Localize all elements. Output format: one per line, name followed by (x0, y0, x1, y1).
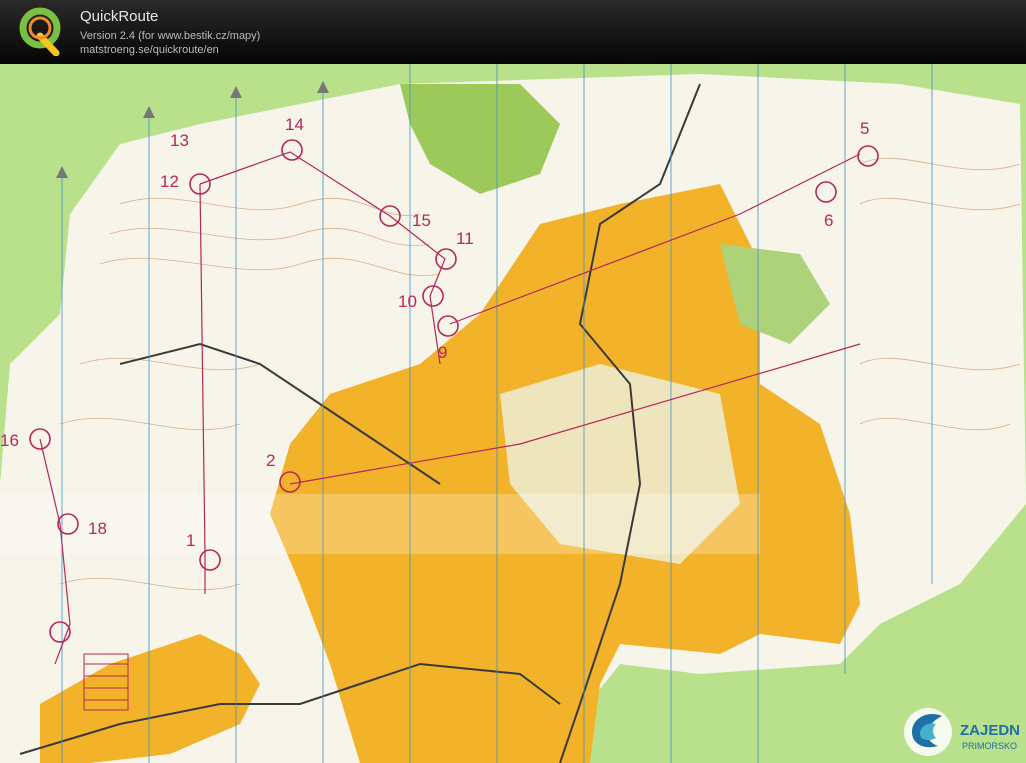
control-label-13: 15 (412, 211, 431, 230)
control-label-12: 14 (285, 115, 304, 134)
app-header: QuickRoute Version 2.4 (for www.bestik.c… (0, 0, 1026, 64)
control-label-11: 13 (170, 131, 189, 150)
control-label-5: 5 (860, 119, 869, 138)
app-website: matstroeng.se/quickroute/en (80, 44, 219, 56)
control-label-10: 12 (160, 172, 179, 191)
control-label-1: 1 (186, 531, 195, 550)
control-label-8: 10 (398, 292, 417, 311)
sponsor-name: ZAJEDN (960, 722, 1021, 739)
control-label-9: 11 (456, 229, 474, 248)
control-label-14: 16 (0, 431, 19, 450)
control-label-15: 18 (88, 519, 107, 538)
quickroute-logo-icon (19, 7, 61, 56)
scan-blur-band (0, 494, 760, 554)
control-label-7: 9 (438, 343, 447, 362)
orienteering-map[interactable]: 13 14 12 15 11 10 9 2 1 16 18 5 6 (0, 64, 1026, 763)
control-label-2: 2 (266, 451, 275, 470)
control-label-6: 6 (824, 211, 833, 230)
app-title: QuickRoute (80, 8, 159, 25)
app-version: Version 2.4 (for www.bestik.cz/mapy) (80, 30, 261, 42)
sponsor-subtitle: PRIMORSKO (962, 741, 1018, 751)
